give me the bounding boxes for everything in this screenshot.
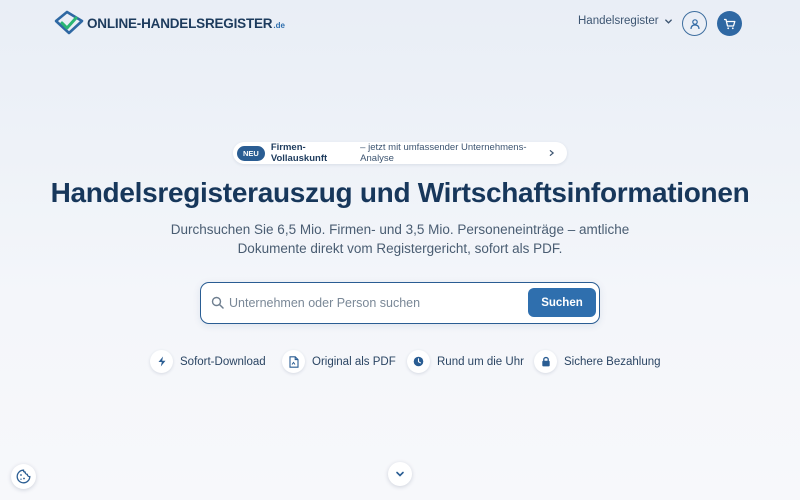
feature-sichere-bezahlung: Sichere Bezahlung — [534, 350, 661, 373]
subtitle-line-1: Durchsuchen Sie 6,5 Mio. Firmen- und 3,5… — [170, 222, 630, 237]
chevron-down-icon — [396, 471, 404, 477]
feature-label: Original als PDF — [312, 355, 396, 368]
new-tag: NEU — [237, 145, 265, 161]
logo-text: ONLINE-HANDELSREGISTER — [87, 15, 273, 31]
feature-original-pdf: Original als PDF — [282, 350, 396, 373]
top-navigation: ONLINE-HANDELSREGISTER .de Handelsregist… — [0, 0, 800, 46]
logo-icon — [54, 10, 84, 35]
hero-subtitle: Durchsuchen Sie 6,5 Mio. Firmen- und 3,5… — [150, 220, 650, 258]
user-icon — [689, 18, 700, 29]
badge-text: – jetzt mit umfassender Unternehmens-Ana… — [360, 142, 527, 164]
site-logo[interactable]: ONLINE-HANDELSREGISTER .de — [53, 9, 285, 37]
lock-icon — [534, 350, 557, 373]
scroll-down-button[interactable] — [388, 462, 412, 486]
account-button[interactable] — [682, 11, 707, 36]
feature-label: Rund um die Uhr — [437, 355, 524, 368]
search-bar: Suchen — [200, 282, 600, 324]
search-button[interactable]: Suchen — [528, 288, 596, 317]
search-input[interactable] — [229, 291, 519, 315]
subtitle-line-2: Dokumente direkt vom Registergericht, so… — [237, 241, 563, 256]
pdf-icon — [282, 350, 305, 373]
announcement-badge[interactable]: NEU Firmen-Vollauskunft – jetzt mit umfa… — [233, 142, 567, 164]
search-icon — [211, 296, 224, 309]
cookie-icon — [16, 469, 31, 484]
chevron-down-icon — [664, 18, 672, 24]
chevron-right-icon — [549, 150, 554, 156]
nav-handelsregister-menu[interactable]: Handelsregister — [578, 15, 673, 27]
feature-label: Sichere Bezahlung — [564, 355, 661, 368]
feature-rund-um-die-uhr: Rund um die Uhr — [407, 350, 524, 373]
bolt-icon — [150, 350, 173, 373]
cart-button[interactable] — [717, 11, 742, 36]
feature-sofort-download: Sofort-Download — [150, 350, 266, 373]
clock-icon — [407, 350, 430, 373]
logo-tld: .de — [273, 20, 285, 30]
feature-label: Sofort-Download — [180, 355, 266, 368]
nav-handelsregister-label: Handelsregister — [578, 15, 659, 27]
page-title: Handelsregisterauszug und Wirtschaftsinf… — [50, 177, 750, 208]
badge-title: Firmen-Vollauskunft — [270, 142, 328, 164]
cart-icon — [724, 18, 736, 29]
cookie-settings-button[interactable] — [11, 464, 36, 489]
